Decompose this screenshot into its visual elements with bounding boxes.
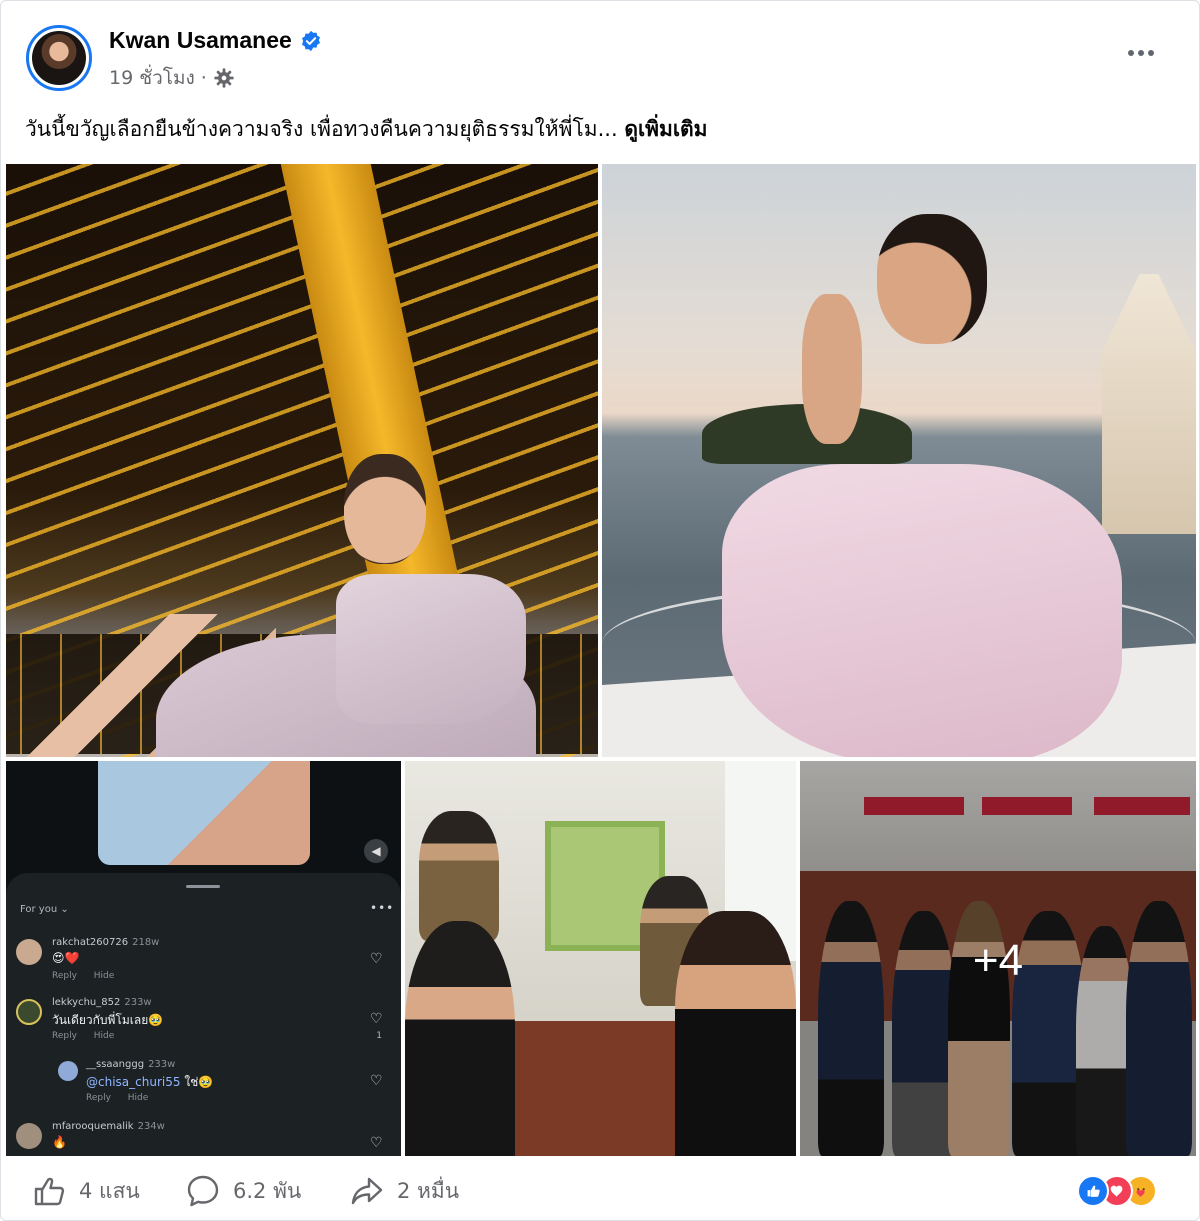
comment-actions: Reply Hide xyxy=(86,1093,149,1103)
comment-count: 6.2 พัน xyxy=(233,1178,302,1203)
share-button[interactable]: 2 หมื่น xyxy=(349,1173,459,1209)
comment-text: 🔥 xyxy=(52,1135,67,1149)
avatar xyxy=(16,939,42,965)
meta-separator: · xyxy=(200,67,207,89)
like-button[interactable]: 4 แสน xyxy=(31,1173,140,1209)
heart-outline-icon: ♡ xyxy=(370,951,383,967)
list-item: lekkychu_852 233w วันเดียวกับพี่โมเลย🥹 Re… xyxy=(14,997,394,1053)
thumbs-up-icon xyxy=(34,1177,65,1206)
comment-user: mfarooquemalik xyxy=(52,1121,134,1132)
post-timestamp[interactable]: 19 ชั่วโมง xyxy=(109,63,195,93)
post-meta: 19 ชั่วโมง · xyxy=(109,63,235,93)
caption-text: วันนี้ขวัญเลือกยืนข้างความจริง เพื่อทวงค… xyxy=(25,117,618,141)
heart-outline-icon: ♡ xyxy=(370,1135,383,1151)
comment-time: 234w xyxy=(137,1121,165,1132)
sheet-more-icon: ••• xyxy=(370,901,395,915)
more-options-icon[interactable] xyxy=(1121,39,1161,67)
comment-text: วันเดียวกับพี่โมเลย🥹 xyxy=(52,1013,164,1027)
avatar xyxy=(58,1061,78,1081)
comment-time: 218w xyxy=(132,937,160,948)
post-photo-office[interactable] xyxy=(405,761,796,1156)
like-count: 4 แสน xyxy=(79,1178,140,1203)
like-reaction-icon xyxy=(1077,1175,1109,1207)
list-item: rakchat260726 218w 😍❤️ Reply Hide ♡ xyxy=(14,937,394,993)
see-more-link[interactable]: ดูเพิ่มเติม xyxy=(624,117,707,141)
avatar xyxy=(16,999,42,1025)
comment-text: 😍❤️ xyxy=(52,951,80,965)
facebook-post: Kwan Usamanee 19 ชั่วโมง · วันนี้ขวัญเลื… xyxy=(0,0,1200,1221)
post-actions-bar: 4 แสน 6.2 พัน 2 หมื่น xyxy=(23,1167,1177,1217)
post-photo-group-more[interactable]: +4 xyxy=(800,761,1196,1156)
share-count: 2 หมื่น xyxy=(397,1178,460,1203)
verified-badge-icon xyxy=(300,30,322,52)
share-arrow-icon xyxy=(351,1177,383,1205)
comment-user: rakchat260726 xyxy=(52,937,129,948)
heart-outline-icon: ♡ xyxy=(370,1011,383,1027)
feed-label: For you ⌄ xyxy=(20,904,69,915)
speaker-icon: ◀ xyxy=(364,839,388,863)
author-name-row: Kwan Usamanee xyxy=(109,27,322,54)
heart-outline-icon: ♡ xyxy=(370,1073,383,1089)
gear-icon[interactable] xyxy=(213,67,235,89)
comment-user: lekkychu_852 xyxy=(52,997,121,1008)
post-photo-boat-sunset[interactable] xyxy=(602,164,1196,757)
comment-time: 233w xyxy=(124,997,152,1008)
comment-actions: Reply Hide xyxy=(52,971,115,981)
post-photo-bridge-night[interactable] xyxy=(6,164,598,757)
comment-text: ใช่🥹 xyxy=(180,1075,214,1089)
like-count: 1 xyxy=(376,1031,382,1041)
post-photo-comments-screenshot[interactable]: ◀ For you ⌄ ••• rakchat260726 218w 😍❤️ Re… xyxy=(6,761,401,1156)
comment-actions: Reply Hide xyxy=(52,1031,115,1041)
author-avatar[interactable] xyxy=(26,25,92,91)
comment-mention: @chisa_churi55 xyxy=(86,1075,181,1089)
more-photos-count: +4 xyxy=(972,935,1024,985)
post-header: Kwan Usamanee 19 ชั่วโมง · xyxy=(23,21,1177,101)
video-thumbnail xyxy=(98,761,310,865)
author-name[interactable]: Kwan Usamanee xyxy=(109,27,292,54)
comment-button[interactable]: 6.2 พัน xyxy=(185,1173,301,1209)
list-item: mfarooquemalik 234w 🔥 ♡ xyxy=(14,1121,394,1156)
comments-sheet: For you ⌄ ••• rakchat260726 218w 😍❤️ Repl… xyxy=(6,873,401,1156)
avatar xyxy=(16,1123,42,1149)
more-photos-overlay[interactable]: +4 xyxy=(800,761,1196,1156)
comment-user: __ssaanggg xyxy=(86,1059,145,1070)
comment-bubble-icon xyxy=(187,1175,219,1207)
list-item: __ssaanggg 233w @chisa_churi55 ใช่🥹 Reply… xyxy=(56,1059,394,1115)
reaction-summary[interactable] xyxy=(1077,1175,1157,1209)
post-caption: วันนี้ขวัญเลือกยืนข้างความจริง เพื่อทวงค… xyxy=(25,113,707,146)
comment-time: 233w xyxy=(148,1059,176,1070)
